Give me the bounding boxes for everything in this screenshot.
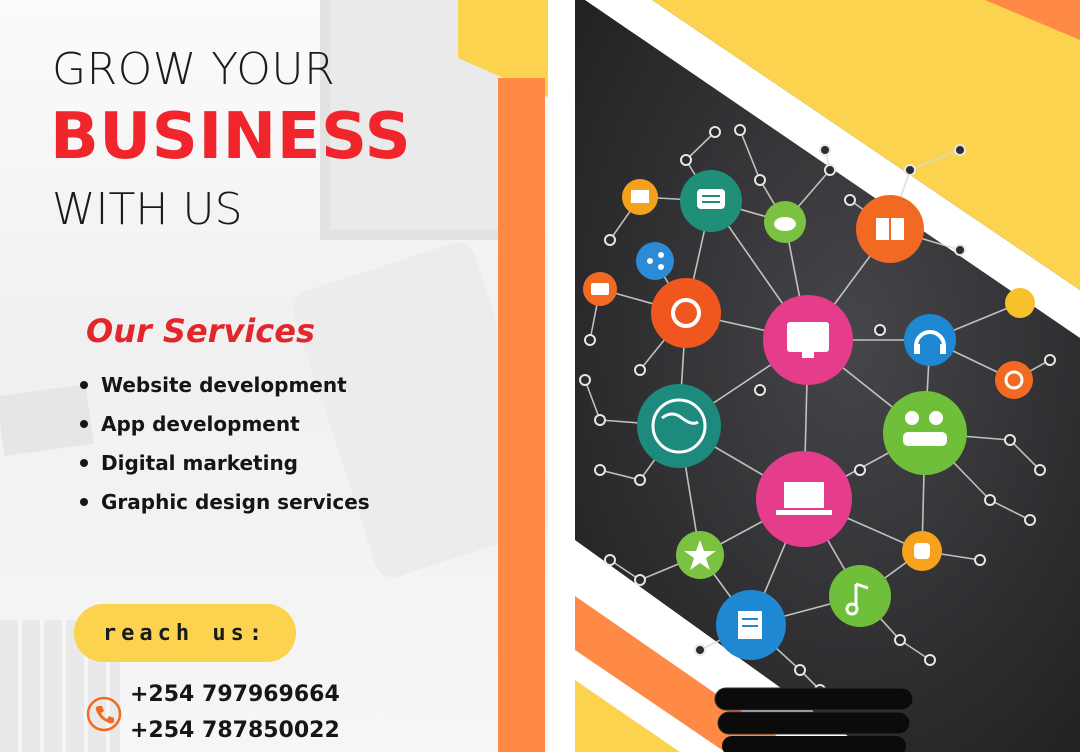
poster: GROW YOUR BUSINESS WITH US Our Services …: [0, 0, 1080, 752]
badge-icon: [902, 531, 942, 571]
phone-number-1[interactable]: +254 797969664: [130, 682, 340, 707]
store-icon: [856, 195, 924, 263]
document-icon: [716, 590, 786, 660]
music-icon: [829, 565, 891, 627]
share-icon: [636, 242, 674, 280]
service-item: Digital marketing: [78, 446, 370, 485]
reach-us-button[interactable]: reach us:: [74, 604, 296, 662]
small-yellow-icon: [1005, 288, 1035, 318]
headline-line-3: WITH US: [52, 184, 243, 235]
cloud-icon: [764, 201, 806, 243]
gear-icon: [995, 361, 1033, 399]
headline-line-1: GROW YOUR: [52, 44, 336, 95]
star-icon: [676, 531, 724, 579]
community-icon: [883, 391, 967, 475]
globe-icon: [637, 384, 721, 468]
phone-icon: [86, 696, 122, 732]
orange-stripe: [498, 78, 545, 752]
service-item: App development: [78, 407, 370, 446]
bulb-base-icon: [714, 687, 914, 752]
camera-icon: [583, 272, 617, 306]
headline-line-2: BUSINESS: [50, 100, 412, 174]
phone-number-2[interactable]: +254 787850022: [130, 718, 340, 743]
service-item: Graphic design services: [78, 485, 370, 524]
touchscreen-icon: [763, 295, 853, 385]
laptop-icon: [756, 451, 852, 547]
chat-icon: [680, 170, 742, 232]
reach-us-label: reach us:: [102, 620, 268, 646]
folder-icon: [622, 179, 658, 215]
service-item: Website development: [78, 368, 370, 407]
phone-call-icon: [651, 278, 721, 348]
services-title: Our Services: [86, 312, 315, 350]
services-list: Website development App development Digi…: [78, 368, 370, 524]
headphones-icon: [904, 314, 956, 366]
